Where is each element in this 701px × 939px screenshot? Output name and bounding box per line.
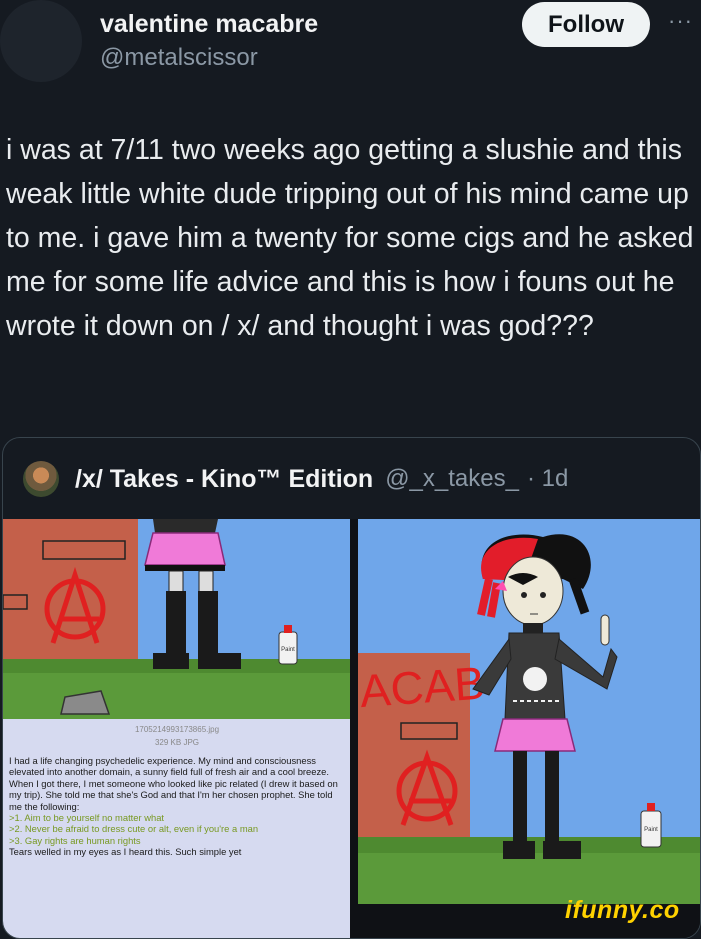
image-filesize: 329 KB JPG <box>155 738 199 747</box>
right-sole-left <box>503 841 535 859</box>
fishnet-right <box>198 570 214 594</box>
eye-right <box>540 592 546 598</box>
left-grass <box>3 669 350 719</box>
character-shirt <box>153 519 218 533</box>
middle-finger <box>600 614 610 646</box>
greentext-line: >1. Aim to be yourself no matter what <box>9 812 165 824</box>
right-boot-left <box>513 751 527 841</box>
eye-left <box>521 592 527 598</box>
quoted-media[interactable]: Paint 1705214993173865.jpg 329 KB JPG I … <box>3 519 700 939</box>
boot-sole-right <box>198 653 241 669</box>
more-options-icon[interactable]: ··· <box>668 8 693 34</box>
right-character-skirt <box>494 718 576 752</box>
boot-right <box>198 591 218 653</box>
quoted-timestamp[interactable]: · 1d <box>527 465 568 493</box>
left-image[interactable]: Paint 1705214993173865.jpg 329 KB JPG I … <box>3 519 350 939</box>
right-paint-label: Paint <box>644 827 658 833</box>
skirt-hem <box>145 565 225 571</box>
quoted-tweet[interactable]: /x/ Takes - Kino™ Edition @_x_takes_ · 1… <box>2 437 701 939</box>
character-face <box>502 556 564 626</box>
author-avatar[interactable] <box>0 0 82 82</box>
quoted-tweet-header: /x/ Takes - Kino™ Edition @_x_takes_ · 1… <box>23 458 568 500</box>
post-body: I had a life changing psychedelic experi… <box>9 755 338 812</box>
right-boot-right <box>545 751 559 841</box>
quoted-author-avatar[interactable] <box>23 461 59 497</box>
follow-button[interactable]: Follow <box>522 2 650 47</box>
author-handle[interactable]: @metalscissor <box>100 44 258 72</box>
boot-left <box>166 591 186 653</box>
boot-sole-left <box>153 653 189 669</box>
author-name[interactable]: valentine macabre <box>100 10 318 39</box>
skull-print <box>523 667 547 691</box>
greentext-line: >2. Never be afraid to dress cute or alt… <box>9 823 259 835</box>
quoted-author-handle[interactable]: @_x_takes_ <box>385 465 519 493</box>
ifunny-watermark: ifunny.co <box>565 896 680 924</box>
greentext-line: >3. Gay rights are human rights <box>9 834 141 846</box>
right-image[interactable]: ACAB Paint <box>358 519 700 939</box>
media-divider <box>350 519 358 938</box>
right-sole-right <box>543 841 581 859</box>
image-filename[interactable]: 1705214993173865.jpg <box>135 725 219 734</box>
left-paint-label: Paint <box>281 647 295 653</box>
choker <box>523 623 543 633</box>
quoted-author-name[interactable]: /x/ Takes - Kino™ Edition <box>75 465 373 494</box>
acab-graffiti: ACAB <box>358 657 487 718</box>
fishnet-left <box>168 570 184 594</box>
tweet-text: i was at 7/11 two weeks ago getting a sl… <box>6 134 694 342</box>
character-skirt <box>144 532 226 566</box>
post-trailing-text: Tears welled in my eyes as I heard this.… <box>9 846 242 858</box>
